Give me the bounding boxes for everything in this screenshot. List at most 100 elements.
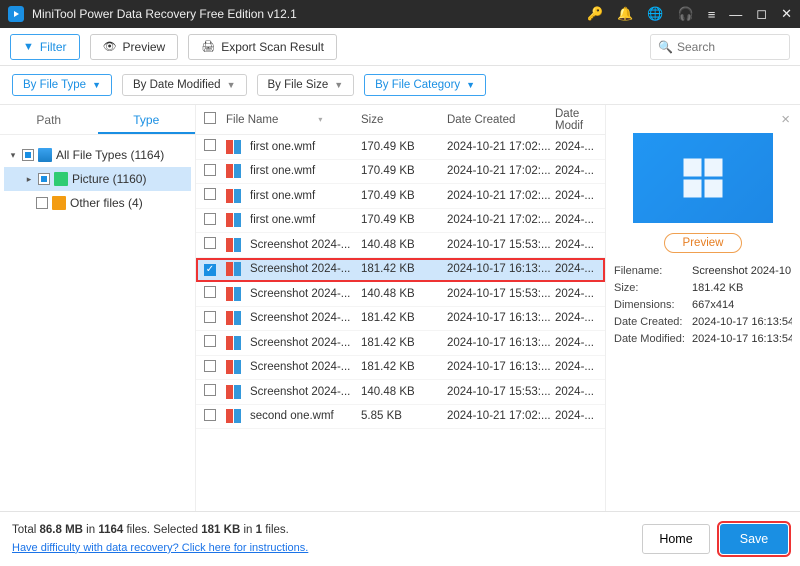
bell-icon[interactable]: 🔔: [617, 6, 633, 22]
checkbox[interactable]: [204, 286, 216, 298]
filter-button[interactable]: ▼Filter: [10, 34, 80, 60]
filter-chips: By File Type▼ By Date Modified▼ By File …: [0, 66, 800, 105]
col-created[interactable]: Date Created: [447, 114, 555, 126]
chip-by-type[interactable]: By File Type▼: [12, 74, 112, 96]
globe-icon[interactable]: 🌐: [647, 6, 663, 22]
search-icon: 🔍: [658, 40, 673, 54]
file-name: Screenshot 2024-...: [250, 288, 350, 300]
file-icon: [226, 287, 242, 301]
filter-label: Filter: [40, 40, 67, 54]
meta-label: Filename:: [614, 265, 692, 277]
tree-picture[interactable]: ▸ Picture (1160): [4, 167, 191, 191]
checkbox[interactable]: [204, 384, 216, 396]
checkbox[interactable]: [204, 409, 216, 421]
col-modified[interactable]: Date Modif: [555, 108, 605, 132]
chip-by-size[interactable]: By File Size▼: [257, 74, 355, 96]
file-size: 181.42 KB: [361, 337, 447, 349]
file-size: 181.42 KB: [361, 312, 447, 324]
save-button[interactable]: Save: [720, 524, 788, 554]
file-icon: [226, 336, 242, 350]
menu-icon[interactable]: ≡: [708, 7, 716, 22]
file-size: 170.49 KB: [361, 141, 447, 153]
export-button[interactable]: 🖨Export Scan Result: [188, 34, 337, 60]
file-created: 2024-10-17 15:53:...: [447, 288, 555, 300]
table-row[interactable]: Screenshot 2024-...140.48 KB2024-10-17 1…: [196, 380, 605, 405]
tab-path[interactable]: Path: [0, 105, 98, 134]
eye-icon: 👁: [103, 40, 117, 53]
table-row[interactable]: first one.wmf170.49 KB2024-10-21 17:02:.…: [196, 209, 605, 234]
chip-by-category[interactable]: By File Category▼: [364, 74, 486, 96]
file-modified: 2024-...: [555, 312, 605, 324]
checkbox[interactable]: [204, 311, 216, 323]
file-created: 2024-10-17 16:13:...: [447, 361, 555, 373]
file-created: 2024-10-17 16:13:...: [447, 312, 555, 324]
tree-label: Picture (1160): [72, 172, 146, 186]
checkbox[interactable]: [204, 237, 216, 249]
checkbox[interactable]: ✓: [204, 264, 216, 276]
chevron-down-icon: ▼: [227, 80, 236, 90]
preview-panel: × Preview Filename:Screenshot 2024-10Siz…: [606, 105, 800, 511]
table-row[interactable]: second one.wmf5.85 KB2024-10-21 17:02:..…: [196, 405, 605, 430]
key-icon[interactable]: 🔑: [587, 6, 603, 22]
table-row[interactable]: Screenshot 2024-...181.42 KB2024-10-17 1…: [196, 307, 605, 332]
close-icon[interactable]: ✕: [781, 6, 792, 22]
meta-value: Screenshot 2024-10: [692, 265, 792, 277]
close-icon[interactable]: ×: [781, 111, 790, 128]
file-size: 140.48 KB: [361, 386, 447, 398]
monitor-icon: [38, 148, 52, 162]
file-modified: 2024-...: [555, 239, 605, 251]
file-list-header: File Name▾ Size Date Created Date Modif: [196, 105, 605, 135]
tree-all-file-types[interactable]: ▾ All File Types (1164): [4, 143, 191, 167]
preview-thumbnail: [633, 133, 773, 223]
checkbox[interactable]: [204, 335, 216, 347]
col-name[interactable]: File Name▾: [226, 114, 361, 126]
file-modified: 2024-...: [555, 361, 605, 373]
tree-other-files[interactable]: Other files (4): [4, 191, 191, 215]
preview-button[interactable]: 👁 Preview: [90, 34, 179, 60]
file-name: first one.wmf: [250, 141, 315, 153]
col-size[interactable]: Size: [361, 114, 447, 126]
tab-type[interactable]: Type: [98, 105, 196, 134]
file-created: 2024-10-21 17:02:...: [447, 141, 555, 153]
chip-by-date[interactable]: By Date Modified▼: [122, 74, 247, 96]
minimize-icon[interactable]: —: [729, 7, 742, 22]
file-size: 181.42 KB: [361, 263, 447, 275]
file-name: Screenshot 2024-...: [250, 239, 350, 251]
home-button[interactable]: Home: [642, 524, 710, 554]
file-icon: [226, 238, 242, 252]
file-size: 140.48 KB: [361, 288, 447, 300]
help-link[interactable]: Have difficulty with data recovery? Clic…: [12, 542, 308, 554]
maximize-icon[interactable]: ◻: [756, 6, 767, 22]
checkbox[interactable]: [204, 188, 216, 200]
checkbox[interactable]: [22, 149, 34, 161]
checkbox-all[interactable]: [204, 112, 216, 124]
checkbox[interactable]: [204, 213, 216, 225]
table-row[interactable]: first one.wmf170.49 KB2024-10-21 17:02:.…: [196, 160, 605, 185]
checkbox[interactable]: [204, 164, 216, 176]
file-size: 170.49 KB: [361, 165, 447, 177]
file-created: 2024-10-21 17:02:...: [447, 190, 555, 202]
table-row[interactable]: first one.wmf170.49 KB2024-10-21 17:02:.…: [196, 184, 605, 209]
table-row[interactable]: first one.wmf 170.49 KB2024-10-21 17:02:.…: [196, 135, 605, 160]
file-name: Screenshot 2024-...: [250, 263, 350, 275]
headset-icon[interactable]: 🎧: [678, 6, 694, 22]
meta-label: Dimensions:: [614, 299, 692, 311]
table-row[interactable]: Screenshot 2024-...181.42 KB2024-10-17 1…: [196, 331, 605, 356]
file-name: Screenshot 2024-...: [250, 386, 350, 398]
table-row[interactable]: Screenshot 2024-... 140.48 KB2024-10-17 1…: [196, 282, 605, 307]
preview-open-button[interactable]: Preview: [664, 233, 743, 253]
file-modified: 2024-...: [555, 288, 605, 300]
file-name: first one.wmf: [250, 214, 315, 226]
file-modified: 2024-...: [555, 386, 605, 398]
file-size: 181.42 KB: [361, 361, 447, 373]
table-row[interactable]: Screenshot 2024-...140.48 KB2024-10-17 1…: [196, 233, 605, 258]
preview-label: Preview: [123, 40, 166, 54]
checkbox[interactable]: [36, 197, 48, 209]
checkbox[interactable]: [204, 360, 216, 372]
table-row[interactable]: ✓Screenshot 2024-...181.42 KB2024-10-17 …: [196, 258, 605, 283]
table-row[interactable]: Screenshot 2024-...181.42 KB2024-10-17 1…: [196, 356, 605, 381]
file-created: 2024-10-17 15:53:...: [447, 239, 555, 251]
checkbox[interactable]: [204, 139, 216, 151]
file-size: 170.49 KB: [361, 214, 447, 226]
checkbox[interactable]: [38, 173, 50, 185]
